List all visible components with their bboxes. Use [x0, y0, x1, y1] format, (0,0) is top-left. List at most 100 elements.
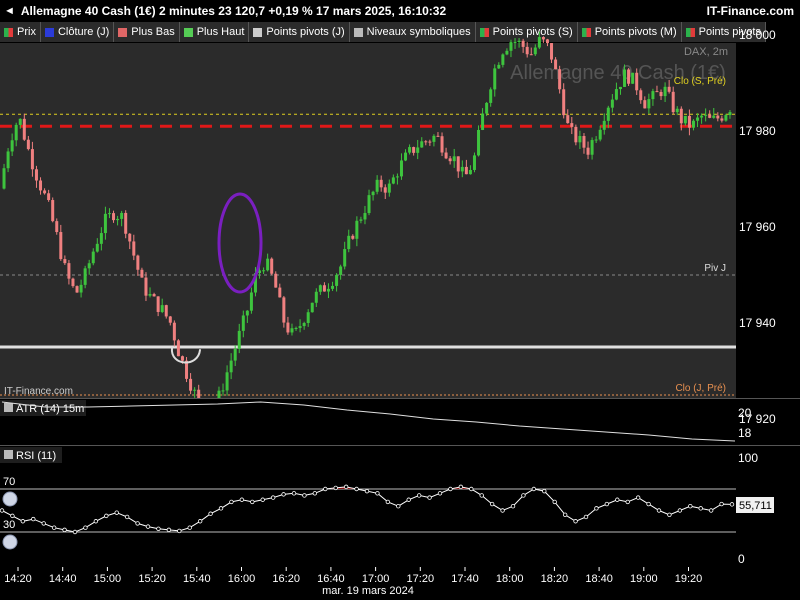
candle-body	[696, 117, 700, 121]
chart-canvas: DAX, 2m Allemagne 40 Cash (1€) 18 00017 …	[0, 28, 800, 600]
candle-body	[562, 89, 566, 116]
candle-body	[602, 120, 606, 130]
x-tick-label: 16:00	[228, 573, 256, 585]
rsi-point	[323, 486, 328, 492]
rsi-point	[343, 484, 349, 490]
x-tick-label: 17:20	[407, 573, 435, 585]
candle-body	[233, 348, 237, 361]
rsi-point	[187, 525, 192, 530]
candle-body	[245, 310, 249, 316]
candle-body	[387, 183, 391, 193]
candle-body	[282, 297, 286, 323]
candle-body	[679, 108, 683, 124]
candle-body	[22, 118, 26, 140]
candle-body	[103, 213, 107, 234]
rsi-label: RSI (11)	[16, 450, 56, 462]
rsi-point	[583, 514, 589, 520]
rsi-point	[625, 499, 630, 505]
candle-body	[566, 115, 570, 124]
candle-body	[639, 90, 643, 101]
x-tick-label: 16:20	[272, 573, 300, 585]
candle-body	[148, 294, 152, 296]
candle-body	[424, 141, 428, 143]
candle-body	[440, 136, 444, 153]
candle-body	[363, 213, 367, 220]
rsi-point	[469, 486, 474, 492]
rsi-point	[354, 486, 359, 492]
candle-body	[554, 59, 558, 70]
candle-body	[318, 285, 322, 292]
rsi-point	[646, 501, 651, 507]
candle-body	[448, 158, 452, 162]
rsi-point	[406, 497, 411, 502]
candle-body	[290, 328, 294, 333]
candle-body	[63, 259, 67, 264]
candle-body	[477, 129, 481, 156]
rsi-point	[552, 499, 557, 505]
candle-body	[716, 115, 720, 119]
rsi-point	[239, 497, 245, 502]
candle-body	[286, 322, 290, 333]
candle-body	[635, 72, 639, 91]
main-panel-bg	[0, 43, 736, 398]
rsi-upper-alert-icon[interactable]	[2, 491, 18, 507]
x-tick-label: 19:00	[630, 573, 658, 585]
candle-body	[594, 139, 598, 141]
candle-body	[95, 243, 99, 252]
candle-body	[351, 235, 355, 239]
rsi-lower-alert-icon[interactable]	[2, 534, 18, 550]
candle-body	[472, 155, 476, 170]
candle-body	[533, 47, 537, 55]
candle-body	[322, 285, 326, 292]
x-tick-label: 18:20	[541, 573, 569, 585]
candle-body	[704, 114, 708, 116]
price-tick: 18 000	[739, 28, 776, 42]
x-tick-label: 14:40	[49, 573, 77, 585]
rsi-point	[104, 513, 109, 519]
candle-body	[631, 72, 635, 84]
rsi-point	[51, 525, 57, 530]
candle-body	[464, 166, 468, 175]
source-label: IT-Finance.com	[4, 386, 73, 397]
candle-body	[18, 118, 22, 125]
atr-swatch	[4, 403, 13, 412]
candle-body	[712, 115, 716, 118]
rsi-point	[573, 519, 578, 524]
rsi-point	[93, 519, 99, 524]
date-label: mar. 19 mars 2024	[322, 585, 414, 597]
candle-body	[298, 326, 302, 328]
candle-body	[189, 378, 193, 391]
candle-body	[598, 129, 602, 140]
rsi-point	[458, 484, 464, 490]
candle-body	[687, 115, 691, 128]
candle-body	[152, 294, 156, 297]
price-tick: 17 980	[739, 124, 776, 138]
candle-body	[399, 160, 403, 177]
rsi-point	[510, 504, 516, 509]
rsi-point	[500, 508, 505, 513]
rsi-point	[677, 508, 683, 513]
rsi-point	[312, 491, 318, 496]
candle-body	[408, 147, 412, 153]
rsi-point	[124, 514, 130, 520]
rsi-point	[250, 499, 255, 505]
candle-body	[444, 152, 448, 159]
candle-body	[124, 212, 128, 234]
rsi-point	[0, 508, 5, 513]
x-tick-label: 19:20	[675, 573, 703, 585]
candle-body	[618, 86, 622, 90]
candle-body	[432, 135, 436, 142]
rsi-point	[260, 497, 265, 502]
candle-body	[683, 115, 687, 124]
candle-body	[302, 322, 306, 327]
candle-body	[266, 258, 270, 271]
candle-body	[128, 233, 132, 242]
candle-body	[2, 168, 6, 189]
rsi-point	[156, 526, 161, 531]
rsi-point	[562, 512, 568, 517]
rsi-point	[364, 488, 370, 494]
rsi-point	[604, 501, 610, 507]
rsi-point	[10, 513, 15, 519]
candle-body	[193, 389, 197, 391]
candle-body	[43, 190, 47, 194]
